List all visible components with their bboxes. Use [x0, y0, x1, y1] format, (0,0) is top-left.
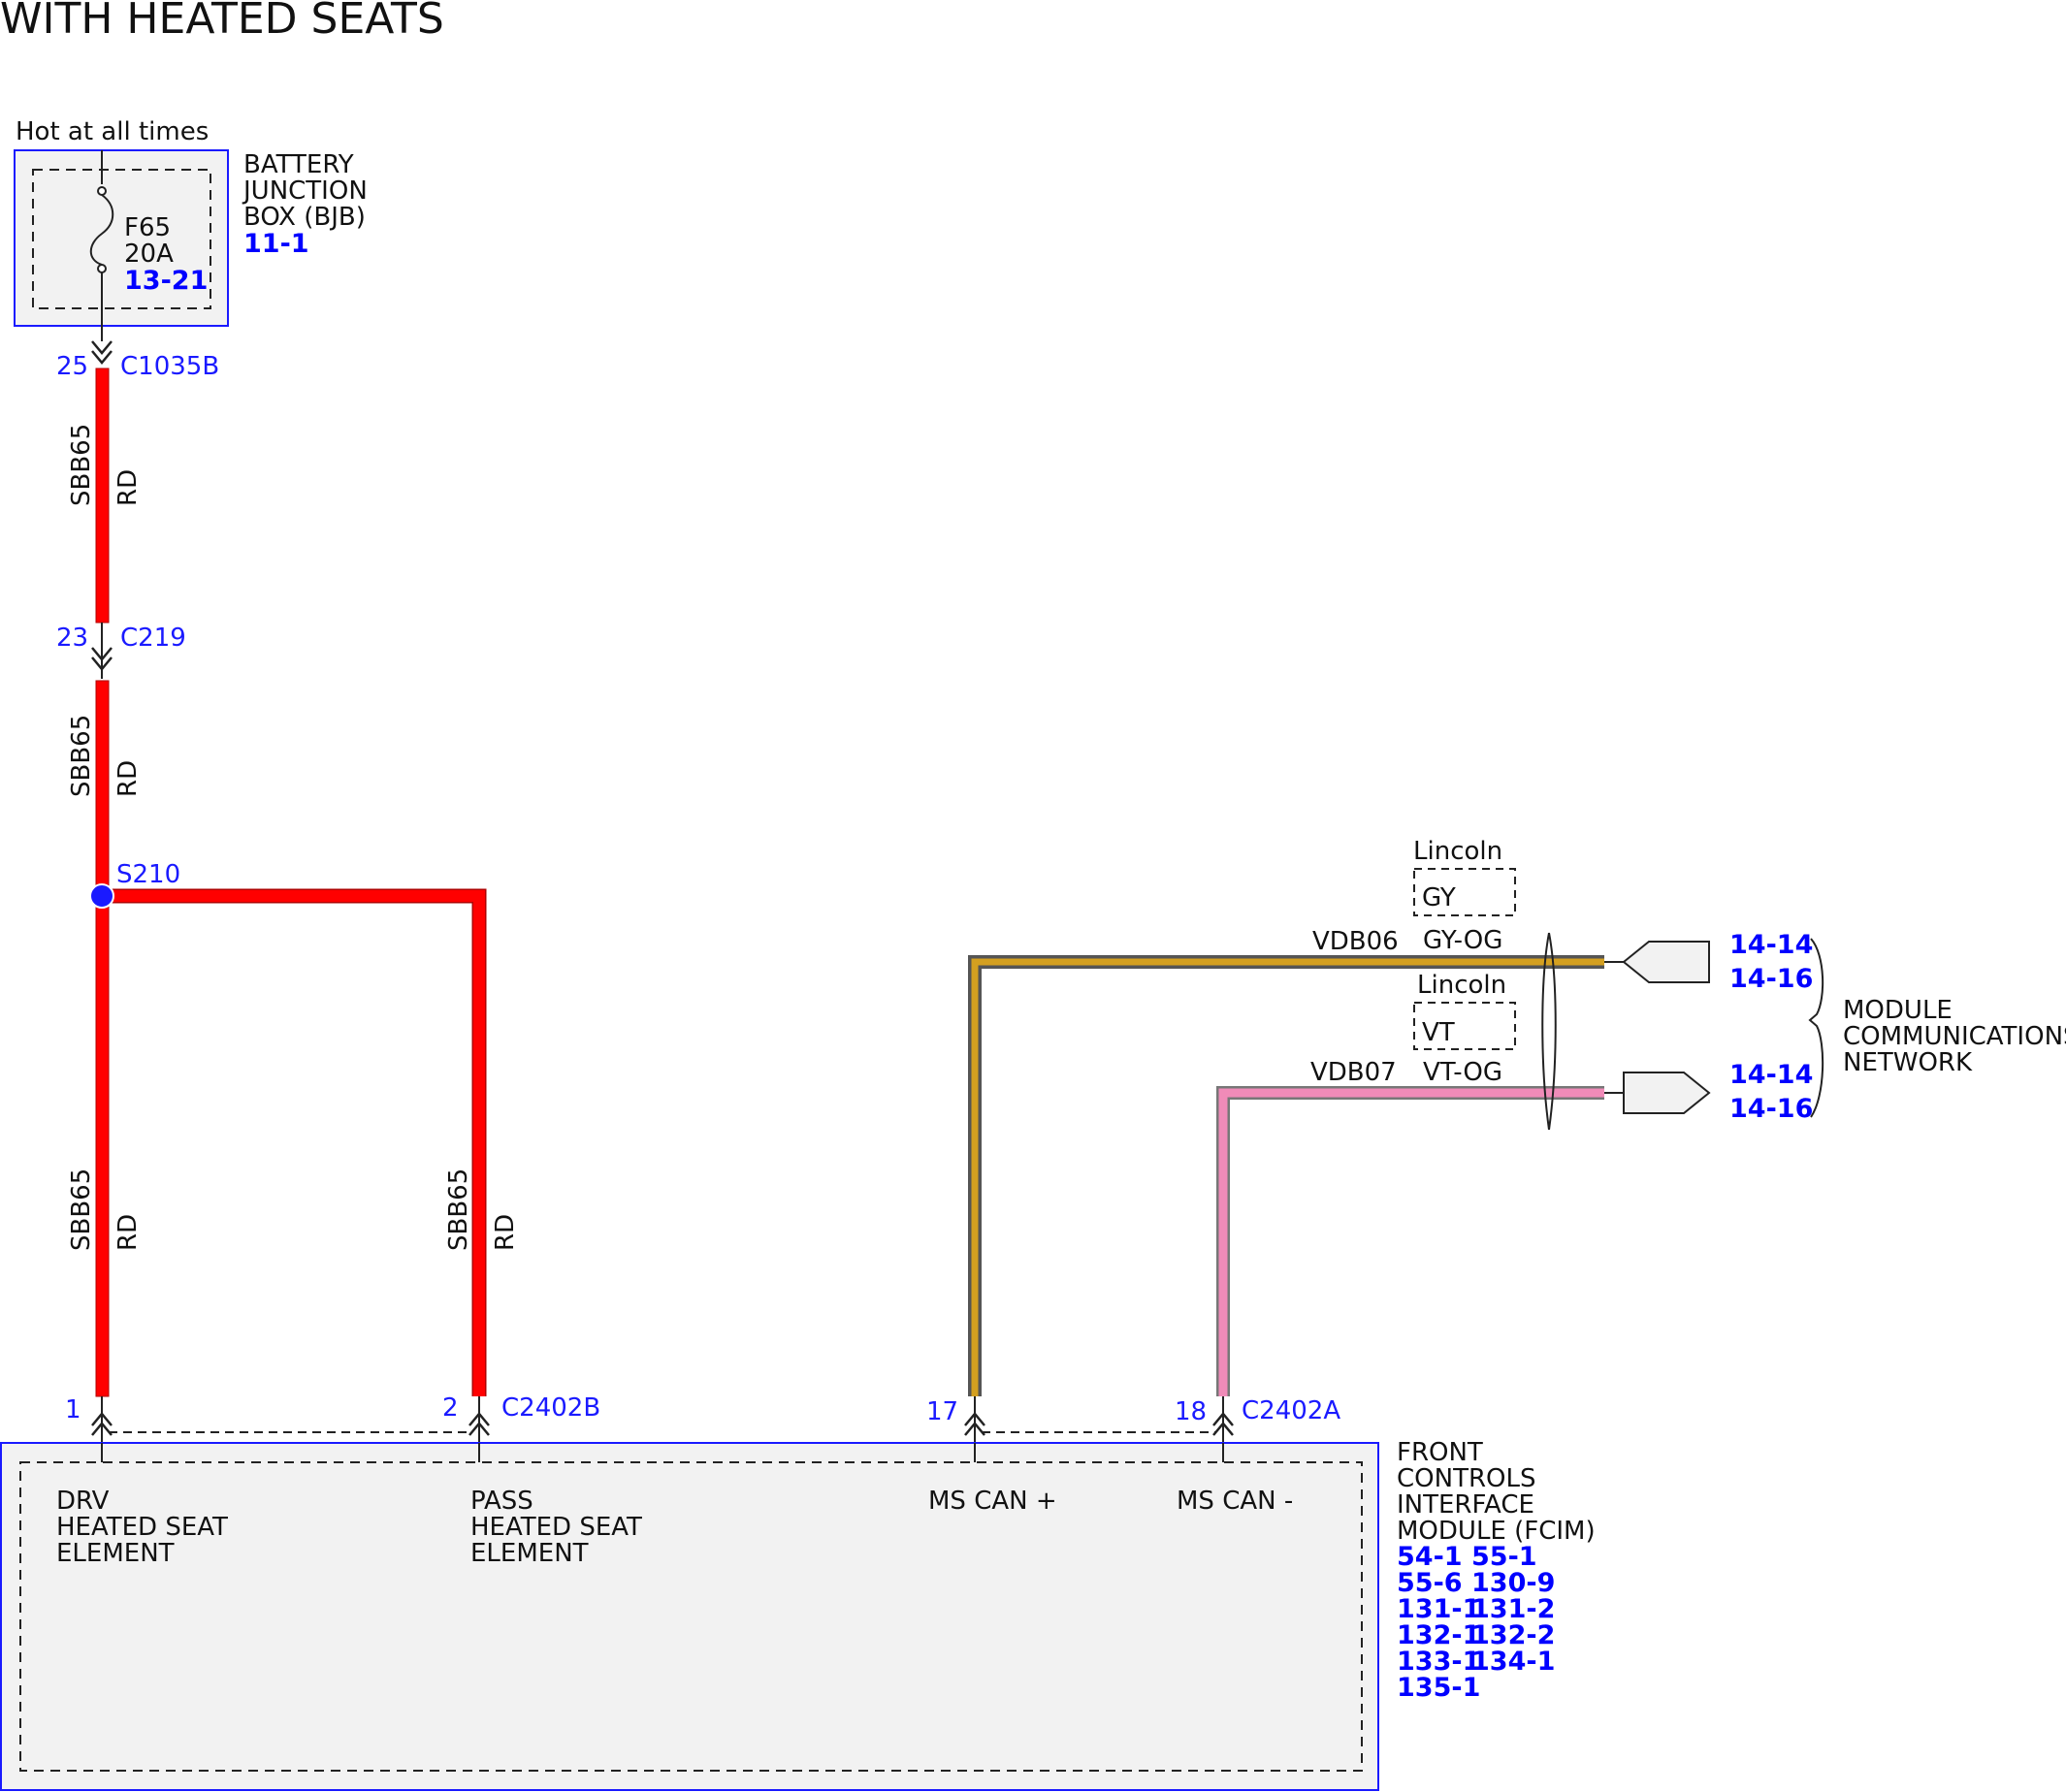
- wire-sbb65-drv: [95, 895, 110, 1397]
- fuse-terminal-top: [97, 186, 107, 196]
- vdb07-option-label: Lincoln: [1417, 971, 1506, 1000]
- pin-18-func: MS CAN -: [1177, 1487, 1293, 1516]
- pin-1-number: 1: [65, 1395, 81, 1424]
- vdb07-option-color: VT: [1422, 1018, 1455, 1047]
- diagram-canvas: WITH HEATED SEATS Hot at all times F65 2…: [0, 0, 2066, 1791]
- fcim-ref-10: 134-1: [1471, 1647, 1555, 1677]
- pin-1-func-1: DRV: [56, 1487, 110, 1516]
- pin-18-number: 18: [1175, 1397, 1207, 1426]
- vdb07-color: VT-OG: [1423, 1058, 1502, 1087]
- fcim-module-box: [0, 1442, 1379, 1791]
- vdb07-circuit: VDB07: [1310, 1058, 1397, 1087]
- splice-s210-label: S210: [116, 860, 180, 889]
- c2402b-name: C2402B: [501, 1393, 600, 1423]
- fcim-label-1: FRONT: [1397, 1438, 1483, 1467]
- bjb-ref: 11-1: [243, 229, 309, 259]
- fcim-ref-11: 135-1: [1397, 1673, 1480, 1703]
- c219-pin: 23: [56, 624, 88, 653]
- wiring-diagram: WITH HEATED SEATS Hot at all times F65 2…: [0, 0, 2066, 1792]
- wire-sbb65-pass: [102, 890, 485, 1396]
- vdb06-ref-2: 14-16: [1729, 964, 1813, 994]
- pin-17-func: MS CAN +: [928, 1487, 1057, 1516]
- vdb06-option-label: Lincoln: [1413, 837, 1502, 866]
- c1035b-name: C1035B: [120, 352, 219, 381]
- wire-drv-circuit: SBB65: [67, 1168, 96, 1251]
- network-label-3: NETWORK: [1843, 1048, 1973, 1077]
- pin-2-func-1: PASS: [470, 1487, 533, 1516]
- vdb06-circuit: VDB06: [1312, 927, 1399, 956]
- fuse-ref: 13-21: [124, 266, 208, 296]
- fuse-rating: 20A: [124, 240, 174, 269]
- fuse-terminal-bottom: [97, 264, 107, 273]
- wire-seg2-circuit: SBB65: [67, 715, 96, 797]
- pin-1-func-3: ELEMENT: [56, 1539, 175, 1568]
- fuse-id: F65: [124, 213, 171, 242]
- bjb-box: [14, 149, 229, 327]
- c1035b-pin: 25: [56, 352, 88, 381]
- vdb06-connector-icon: [1622, 941, 1710, 983]
- wire-drv-color: RD: [113, 1214, 143, 1251]
- c2402a-name: C2402A: [1242, 1396, 1340, 1425]
- fcim-label-2: CONTROLS: [1397, 1464, 1535, 1493]
- wire-pass-color: RD: [491, 1214, 520, 1251]
- vdb06-option-color: GY: [1422, 883, 1456, 912]
- pin-1-func-2: HEATED SEAT: [56, 1513, 228, 1542]
- fcim-label-3: INTERFACE: [1397, 1490, 1534, 1520]
- vdb06-ref-1: 14-14: [1729, 930, 1813, 960]
- pin-17-number: 17: [926, 1397, 958, 1426]
- network-label-1: MODULE: [1843, 996, 1953, 1025]
- bjb-label-1: BATTERY: [243, 150, 354, 179]
- pin-2-func-2: HEATED SEAT: [470, 1513, 642, 1542]
- wire-vdb07: [1218, 1088, 1604, 1396]
- pin-2-func-3: ELEMENT: [470, 1539, 589, 1568]
- network-label-2: COMMUNICATIONS: [1843, 1022, 2066, 1051]
- splice-s210-dot: [89, 883, 114, 909]
- wire-sbb65-seg1: [95, 368, 110, 624]
- wire-seg1-color: RD: [113, 469, 143, 506]
- vdb07-connector-icon: [1623, 1072, 1711, 1114]
- c219-name: C219: [120, 624, 186, 653]
- wire-pass-circuit: SBB65: [444, 1168, 473, 1251]
- wire-sbb65-seg2: [95, 680, 110, 897]
- wire-seg1-circuit: SBB65: [67, 424, 96, 506]
- vdb06-color: GY-OG: [1423, 926, 1502, 955]
- pin-2-number: 2: [442, 1393, 459, 1423]
- bjb-label-2: JUNCTION: [242, 176, 368, 206]
- vdb07-ref-2: 14-16: [1729, 1094, 1813, 1124]
- wire-vdb06: [971, 958, 1604, 1396]
- wire-seg2-color: RD: [113, 760, 143, 797]
- bjb-label-3: BOX (BJB): [243, 203, 366, 232]
- diagram-title: WITH HEATED SEATS: [0, 0, 444, 44]
- connector-c1035b-icon: [91, 340, 113, 355]
- vdb07-ref-1: 14-14: [1729, 1060, 1813, 1090]
- hot-at-all-times-label: Hot at all times: [16, 117, 209, 146]
